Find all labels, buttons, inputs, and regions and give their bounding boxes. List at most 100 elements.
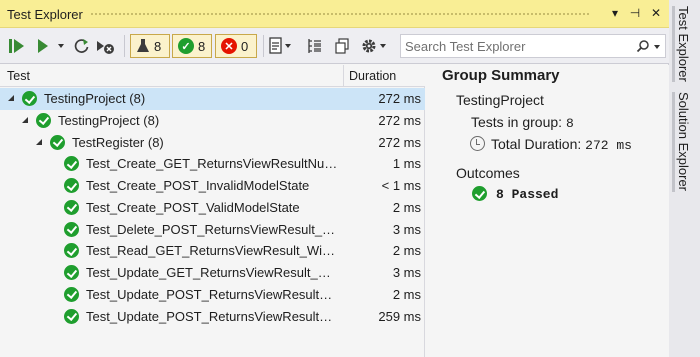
test-row[interactable]: Test_Create_POST_ValidModelState 2 ms — [0, 197, 425, 219]
test-row[interactable]: Test_Update_POST_ReturnsViewResult_InVa.… — [0, 284, 425, 306]
pin-icon[interactable]: ⊣ — [627, 5, 643, 21]
summary-heading: Group Summary — [442, 67, 560, 84]
flask-icon — [137, 39, 149, 52]
tab-indicator — [672, 6, 675, 82]
total-tests-counter[interactable]: 8 — [130, 34, 170, 58]
window-dropdown-icon[interactable]: ▾ — [607, 5, 623, 21]
passed-count: 8 — [198, 38, 206, 54]
test-name: Test_Update_GET_ReturnsViewResult_WithS.… — [86, 265, 338, 280]
tests-in-group: Tests in group: 8 — [471, 114, 574, 131]
test-duration: 2 ms — [392, 286, 421, 302]
search-input[interactable] — [405, 38, 625, 55]
passed-outcome-link[interactable]: 8 Passed — [496, 187, 558, 202]
repeat-last-run-button[interactable] — [73, 37, 91, 55]
expand-arrow-icon[interactable] — [36, 138, 42, 145]
column-duration-header[interactable]: Duration — [349, 69, 396, 83]
chevron-down-icon — [285, 44, 291, 48]
test-name: TestingProject (8) — [44, 91, 146, 106]
group-summary-pane: Group Summary TestingProject Tests in gr… — [432, 65, 669, 357]
test-row[interactable]: Test_Create_POST_InvalidModelState < 1 ms — [0, 175, 425, 197]
playlist-button[interactable] — [269, 37, 291, 55]
test-duration: 1 ms — [392, 156, 421, 172]
test-explorer-window: Test Explorer ▾ ⊣ ✕ 8 ✓ 8 ✕ 0 Search Tes… — [0, 0, 669, 357]
column-test-header[interactable]: Test — [7, 69, 30, 83]
passed-check-icon — [64, 286, 79, 302]
test-name: Test_Create_POST_ValidModelState — [86, 199, 300, 215]
tests-in-group-value: 8 — [565, 116, 574, 131]
test-name: Test_Delete_POST_ReturnsViewResult_InVal… — [86, 221, 338, 237]
run-all-button[interactable] — [9, 37, 24, 55]
search-options-icon[interactable] — [654, 45, 660, 49]
passed-check-icon — [64, 178, 79, 193]
gear-icon — [362, 39, 376, 53]
test-row[interactable]: Test_Create_GET_ReturnsViewResultNullMo.… — [0, 153, 425, 175]
column-header: Test Duration — [0, 65, 425, 87]
passed-check-icon — [64, 265, 79, 280]
settings-button[interactable] — [360, 37, 388, 55]
title-grip — [90, 12, 589, 17]
summary-project-name[interactable]: TestingProject — [456, 92, 544, 108]
close-icon[interactable]: ✕ — [648, 5, 664, 21]
title-bar[interactable]: Test Explorer ▾ ⊣ ✕ — [0, 0, 669, 28]
test-row[interactable]: Test_Update_POST_ReturnsViewResult_Vali.… — [0, 306, 425, 328]
failed-tests-counter[interactable]: ✕ 0 — [215, 34, 257, 58]
search-icon[interactable] — [636, 39, 650, 53]
passed-check-icon — [22, 91, 37, 106]
test-duration: 272 ms — [378, 112, 421, 128]
copy-button[interactable] — [335, 37, 353, 55]
test-duration: 3 ms — [392, 265, 421, 280]
tab-indicator — [672, 92, 675, 192]
test-duration: 3 ms — [392, 221, 421, 237]
column-resizer[interactable] — [343, 65, 344, 87]
test-name: Test_Create_GET_ReturnsViewResultNullMo.… — [86, 156, 338, 172]
tree-group-row[interactable]: TestRegister (8) 272 ms — [0, 132, 425, 154]
test-row[interactable]: Test_Update_GET_ReturnsViewResult_WithS.… — [0, 262, 425, 284]
expand-arrow-icon[interactable] — [22, 116, 28, 123]
test-name: TestingProject (8) — [58, 112, 160, 128]
passed-icon: ✓ — [178, 38, 194, 54]
test-name: TestRegister (8) — [72, 134, 164, 150]
expand-arrow-icon[interactable] — [8, 95, 14, 101]
test-tree: TestingProject (8) 272 ms TestingProject (… — [0, 88, 425, 327]
group-by-icon — [308, 39, 321, 53]
group-by-button[interactable] — [307, 37, 329, 55]
cancel-icon — [97, 41, 114, 54]
test-duration: 272 ms — [378, 134, 421, 150]
tree-group-row[interactable]: TestingProject (8) 272 ms — [0, 88, 425, 110]
run-all-arrow-icon — [14, 39, 24, 53]
passed-check-icon — [64, 221, 79, 237]
search-box[interactable] — [400, 34, 666, 58]
passed-check-icon — [64, 156, 79, 172]
cancel-button[interactable] — [95, 37, 117, 55]
passed-tests-counter[interactable]: ✓ 8 — [172, 34, 212, 58]
run-button[interactable] — [37, 37, 49, 55]
test-name: Test_Read_GET_ReturnsViewResult_WithALi.… — [86, 243, 338, 259]
passed-check-icon — [36, 112, 51, 128]
repeat-icon — [74, 39, 89, 53]
failed-count: 0 — [241, 38, 249, 54]
playlist-icon — [269, 37, 282, 54]
run-dropdown[interactable] — [58, 37, 66, 55]
tab-solution-explorer[interactable]: Solution Explorer — [676, 92, 691, 191]
test-row[interactable]: Test_Delete_POST_ReturnsViewResult_InVal… — [0, 219, 425, 241]
window-title: Test Explorer — [7, 7, 83, 22]
passed-check-icon — [64, 243, 79, 259]
total-duration: Total Duration: 272 ms — [491, 136, 632, 153]
test-row[interactable]: Test_Read_GET_ReturnsViewResult_WithALi.… — [0, 240, 425, 262]
run-icon — [38, 39, 48, 53]
chevron-down-icon — [58, 44, 64, 48]
total-count: 8 — [154, 38, 162, 54]
test-duration: 259 ms — [378, 308, 421, 324]
toolbar-separator — [124, 35, 125, 57]
tab-test-explorer[interactable]: Test Explorer — [676, 6, 691, 82]
tests-in-group-label: Tests in group: — [471, 114, 563, 130]
passed-check-icon — [50, 134, 65, 150]
chevron-down-icon — [380, 44, 386, 48]
total-duration-value: 272 ms — [585, 138, 632, 153]
toolbar: 8 ✓ 8 ✕ 0 — [0, 28, 669, 64]
outcomes-label: Outcomes — [456, 165, 520, 181]
side-tab-strip: Test Explorer Solution Explorer — [670, 0, 700, 357]
tree-group-row[interactable]: TestingProject (8) 272 ms — [0, 110, 425, 132]
total-duration-label: Total Duration: — [491, 136, 582, 152]
toolbar-separator — [263, 35, 264, 57]
